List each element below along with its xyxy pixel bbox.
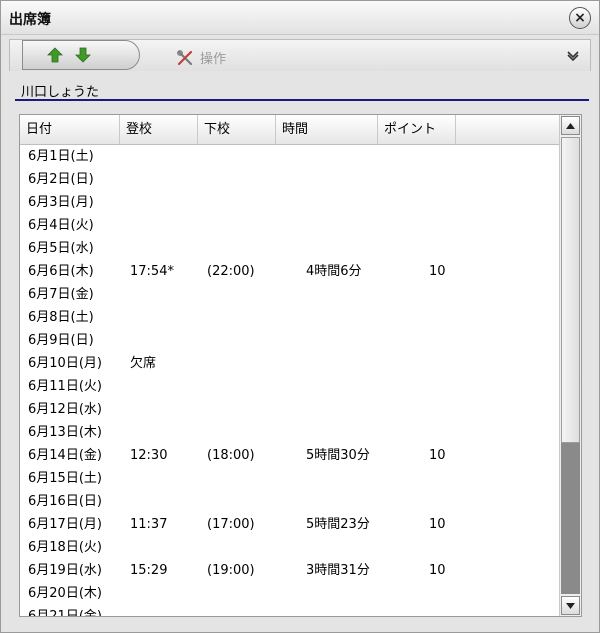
table-row[interactable]: 6月15日(土) — [20, 467, 560, 490]
student-name-bar: 川口しょうた — [15, 79, 589, 101]
table-row[interactable]: 6月14日(金) 12:30 (18:00) 5時間30分 10 — [20, 444, 560, 467]
table-row[interactable]: 6月13日(木) — [20, 421, 560, 444]
date-cell: 6月7日(金) — [28, 287, 94, 302]
date-cell: 6月20日(木) — [28, 586, 102, 601]
close-icon: × — [574, 10, 586, 26]
date-cell: 6月2日(日) — [28, 172, 94, 187]
vertical-scrollbar[interactable] — [559, 115, 581, 616]
down-arrow-icon[interactable] — [75, 47, 91, 63]
table-row[interactable]: 6月20日(木) — [20, 582, 560, 605]
date-cell: 6月18日(火) — [28, 540, 102, 555]
date-cell: 6月6日(木) — [28, 264, 94, 279]
table-body: 6月1日(土) 6月2日(日) 6月3日(月) 6月4日(火) 6月5日(水) … — [20, 145, 560, 617]
table-row[interactable]: 6月12日(水) — [20, 398, 560, 421]
table-row[interactable]: 6月16日(日) — [20, 490, 560, 513]
table-row[interactable]: 6月2日(日) — [20, 168, 560, 191]
date-cell: 6月15日(土) — [28, 471, 102, 486]
chevron-down-icon[interactable] — [566, 48, 580, 62]
date-cell: 6月12日(水) — [28, 402, 102, 417]
table-row[interactable]: 6月17日(月) 11:37 (17:00) 5時間23分 10 — [20, 513, 560, 536]
title-bar: 出席簿 × — [1, 1, 599, 35]
date-cell: 6月16日(日) — [28, 494, 102, 509]
table-row[interactable]: 6月1日(土) — [20, 145, 560, 168]
table-row[interactable]: 6月19日(水) 15:29 (19:00) 3時間31分 10 — [20, 559, 560, 582]
points-cell: 10 — [429, 264, 446, 279]
column-header-date[interactable]: 日付 — [20, 115, 120, 144]
departure-cell: (19:00) — [207, 563, 255, 578]
table-row[interactable]: 6月8日(土) — [20, 306, 560, 329]
column-header-points[interactable]: ポイント — [378, 115, 456, 144]
scroll-up-button[interactable] — [561, 116, 580, 135]
arrival-cell: 欠席 — [130, 356, 157, 371]
departure-cell: (18:00) — [207, 448, 255, 463]
close-button[interactable]: × — [569, 7, 591, 29]
table-row[interactable]: 6月18日(火) — [20, 536, 560, 559]
date-cell: 6月8日(土) — [28, 310, 94, 325]
duration-cell: 4時間6分 — [306, 264, 362, 279]
arrival-cell: 15:29 — [130, 563, 168, 578]
operations-menu[interactable]: 操作 — [176, 48, 226, 67]
departure-cell: (22:00) — [207, 264, 255, 279]
date-cell: 6月17日(月) — [28, 517, 102, 532]
date-cell: 6月13日(木) — [28, 425, 102, 440]
attendance-table: 日付 登校 下校 時間 ポイント 6月1日(土) 6月2日(日) 6月3日(月)… — [19, 114, 582, 617]
date-cell: 6月10日(月) — [28, 356, 102, 371]
attendance-window: 出席簿 × 操作 川口しょうた 日付 登校 下校 時間 ポイント 6月1日(土)… — [0, 0, 600, 633]
arrival-cell: 11:37 — [130, 517, 168, 532]
date-cell: 6月3日(月) — [28, 195, 94, 210]
scroll-up-icon — [566, 122, 575, 129]
duration-cell: 3時間31分 — [306, 563, 370, 578]
student-name: 川口しょうた — [21, 85, 100, 100]
column-header-departure[interactable]: 下校 — [198, 115, 276, 144]
points-cell: 10 — [429, 448, 446, 463]
toolbar: 操作 — [9, 39, 591, 71]
table-header: 日付 登校 下校 時間 ポイント — [20, 115, 560, 145]
departure-cell: (17:00) — [207, 517, 255, 532]
date-cell: 6月21日(金) — [28, 609, 102, 617]
operations-label: 操作 — [200, 52, 227, 67]
table-row[interactable]: 6月7日(金) — [20, 283, 560, 306]
up-arrow-icon[interactable] — [47, 47, 63, 63]
date-cell: 6月11日(火) — [28, 379, 102, 394]
navigation-tab — [22, 40, 140, 70]
date-cell: 6月5日(水) — [28, 241, 94, 256]
window-title: 出席簿 — [9, 12, 51, 28]
duration-cell: 5時間30分 — [306, 448, 370, 463]
table-row[interactable]: 6月11日(火) — [20, 375, 560, 398]
column-header-arrival[interactable]: 登校 — [120, 115, 198, 144]
date-cell: 6月19日(水) — [28, 563, 102, 578]
date-cell: 6月4日(火) — [28, 218, 94, 233]
date-cell: 6月9日(日) — [28, 333, 94, 348]
arrival-cell: 12:30 — [130, 448, 168, 463]
duration-cell: 5時間23分 — [306, 517, 370, 532]
table-row[interactable]: 6月10日(月) 欠席 — [20, 352, 560, 375]
table-row[interactable]: 6月6日(木) 17:54* (22:00) 4時間6分 10 — [20, 260, 560, 283]
tools-icon — [177, 49, 193, 65]
scroll-down-button[interactable] — [561, 596, 580, 615]
scroll-down-icon — [566, 602, 575, 609]
scroll-thumb[interactable] — [561, 137, 580, 443]
table-row[interactable]: 6月3日(月) — [20, 191, 560, 214]
points-cell: 10 — [429, 517, 446, 532]
table-row[interactable]: 6月4日(火) — [20, 214, 560, 237]
date-cell: 6月14日(金) — [28, 448, 102, 463]
table-row[interactable]: 6月21日(金) — [20, 605, 560, 617]
date-cell: 6月1日(土) — [28, 149, 94, 164]
table-row[interactable]: 6月9日(日) — [20, 329, 560, 352]
column-header-duration[interactable]: 時間 — [276, 115, 378, 144]
points-cell: 10 — [429, 563, 446, 578]
arrival-cell: 17:54* — [130, 264, 174, 279]
table-row[interactable]: 6月5日(水) — [20, 237, 560, 260]
